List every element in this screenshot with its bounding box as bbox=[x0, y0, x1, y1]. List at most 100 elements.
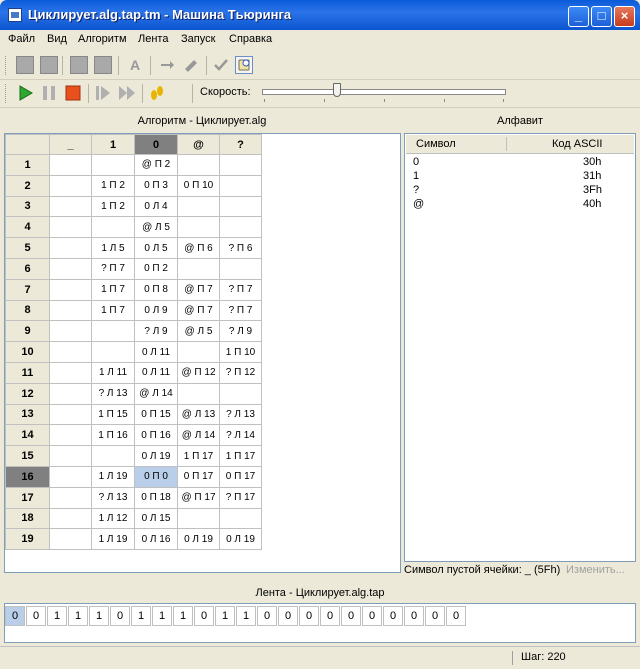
table-cell[interactable]: 0 Л 16 bbox=[134, 528, 178, 551]
table-cell[interactable]: 0 П 15 bbox=[134, 403, 178, 426]
table-cell[interactable]: 0 Л 19 bbox=[134, 445, 178, 467]
tape-cell[interactable]: 0 bbox=[362, 606, 382, 626]
table-cell[interactable] bbox=[49, 486, 92, 509]
table-cell[interactable]: 1 Л 11 bbox=[91, 361, 135, 384]
table-cell[interactable] bbox=[49, 528, 92, 551]
menu-file[interactable]: Файл bbox=[8, 33, 35, 45]
alphabet-row[interactable]: ? 3Fh bbox=[411, 184, 602, 198]
tape-cell[interactable]: 0 bbox=[110, 606, 130, 626]
row-header[interactable]: 7 bbox=[5, 278, 50, 301]
row-header[interactable]: 15 bbox=[5, 445, 50, 467]
table-cell[interactable] bbox=[177, 195, 220, 218]
step-icon[interactable] bbox=[94, 84, 112, 102]
table-cell[interactable]: ? Л 13 bbox=[91, 486, 135, 509]
table-cell[interactable]: 1 Л 12 bbox=[91, 507, 135, 530]
tape-cell[interactable]: 1 bbox=[89, 606, 109, 626]
table-cell[interactable] bbox=[177, 382, 220, 405]
tape-cell[interactable]: 0 bbox=[194, 606, 214, 626]
row-header[interactable]: 11 bbox=[5, 361, 50, 384]
delete-row-icon[interactable] bbox=[182, 56, 200, 74]
table-cell[interactable] bbox=[49, 237, 92, 259]
footsteps-icon[interactable] bbox=[148, 84, 166, 102]
table-cell[interactable] bbox=[49, 216, 92, 239]
new-icon[interactable] bbox=[16, 56, 34, 74]
table-cell[interactable]: 0 П 10 bbox=[177, 174, 220, 197]
table-cell[interactable]: 0 Л 15 bbox=[134, 507, 178, 530]
change-button[interactable]: Изменить... bbox=[566, 564, 625, 576]
table-cell[interactable]: @ П 17 bbox=[177, 486, 220, 509]
table-cell[interactable]: 0 Л 5 bbox=[134, 237, 178, 259]
row-header[interactable]: 1 bbox=[5, 154, 50, 176]
table-cell[interactable] bbox=[91, 341, 135, 363]
tape-cell[interactable]: 0 bbox=[5, 606, 25, 626]
tape-cell[interactable]: 0 bbox=[383, 606, 403, 626]
table-cell[interactable]: 1 П 10 bbox=[219, 341, 262, 363]
table-cell[interactable]: 1 П 15 bbox=[91, 403, 135, 426]
tape-cell[interactable]: 1 bbox=[47, 606, 67, 626]
table-cell[interactable]: @ П 2 bbox=[134, 154, 178, 176]
table-cell[interactable]: 1 П 17 bbox=[177, 445, 220, 467]
alphabet-row[interactable]: 0 30h bbox=[411, 156, 601, 170]
table-cell[interactable]: @ П 7 bbox=[177, 278, 220, 301]
table-cell[interactable]: 0 П 2 bbox=[134, 257, 178, 280]
tape-cell[interactable]: 0 bbox=[341, 606, 361, 626]
table-cell[interactable] bbox=[91, 445, 135, 467]
row-header[interactable]: 6 bbox=[5, 257, 50, 280]
tape-cell[interactable]: 0 bbox=[404, 606, 424, 626]
table-cell[interactable] bbox=[91, 154, 135, 176]
table-cell[interactable]: 1 П 7 bbox=[91, 299, 135, 322]
table-cell[interactable]: @ П 6 bbox=[177, 237, 220, 259]
menu-algorithm[interactable]: Алгоритм bbox=[78, 33, 127, 45]
table-cell[interactable]: 1 П 2 bbox=[91, 174, 135, 197]
speed-slider-track[interactable] bbox=[262, 89, 506, 95]
table-cell[interactable]: ? П 7 bbox=[91, 257, 135, 280]
table-cell[interactable] bbox=[49, 424, 92, 447]
save-icon[interactable] bbox=[70, 56, 88, 74]
table-cell[interactable]: ? Л 13 bbox=[91, 382, 135, 405]
tape-cell[interactable]: 0 bbox=[425, 606, 445, 626]
tape-cell[interactable]: 1 bbox=[173, 606, 193, 626]
table-cell[interactable] bbox=[219, 195, 262, 218]
table-cell[interactable] bbox=[177, 154, 220, 176]
table-cell[interactable] bbox=[91, 216, 135, 239]
table-cell[interactable]: 1 П 16 bbox=[91, 424, 135, 447]
table-cell[interactable] bbox=[49, 341, 92, 363]
table-cell[interactable]: 1 Л 19 bbox=[91, 465, 135, 488]
close-button[interactable]: × bbox=[614, 6, 635, 27]
table-cell[interactable] bbox=[49, 507, 92, 530]
row-header[interactable]: 17 bbox=[5, 486, 50, 509]
table-cell[interactable] bbox=[49, 361, 92, 384]
table-cell[interactable] bbox=[49, 299, 92, 322]
column-ascii[interactable]: Код ASCII bbox=[552, 138, 603, 150]
row-header[interactable]: 5 bbox=[5, 237, 50, 259]
alphabet-row[interactable]: @40h bbox=[411, 198, 601, 212]
row-header[interactable]: 3 bbox=[5, 195, 50, 218]
alphabet-row[interactable]: 1 31h bbox=[411, 170, 601, 184]
menu-tape[interactable]: Лента bbox=[138, 33, 168, 45]
table-cell[interactable]: ? П 6 bbox=[219, 237, 262, 259]
table-cell[interactable] bbox=[49, 195, 92, 218]
menu-view[interactable]: Вид bbox=[47, 33, 67, 45]
table-cell[interactable] bbox=[177, 216, 220, 239]
table-cell[interactable]: @ Л 14 bbox=[134, 382, 178, 405]
options-icon[interactable] bbox=[235, 56, 253, 74]
table-cell[interactable]: 0 П 0 bbox=[134, 465, 178, 488]
tape-cell[interactable]: 0 bbox=[299, 606, 319, 626]
row-header[interactable]: 12 bbox=[5, 382, 50, 405]
table-cell[interactable] bbox=[49, 465, 92, 488]
table-cell[interactable]: @ Л 13 bbox=[177, 403, 220, 426]
table-cell[interactable] bbox=[49, 154, 92, 176]
fast-forward-icon[interactable] bbox=[118, 84, 136, 102]
row-header[interactable]: 8 bbox=[5, 299, 50, 322]
column-header[interactable]: _ bbox=[49, 134, 92, 155]
tape-cell[interactable]: 0 bbox=[257, 606, 277, 626]
row-header[interactable]: 16 bbox=[5, 465, 50, 488]
column-header[interactable]: ? bbox=[219, 134, 262, 155]
table-cell[interactable]: @ Л 5 bbox=[177, 320, 220, 343]
table-cell[interactable] bbox=[49, 320, 92, 343]
tape-cell[interactable]: 0 bbox=[320, 606, 340, 626]
table-cell[interactable]: 1 Л 19 bbox=[91, 528, 135, 551]
tape-cell[interactable]: 1 bbox=[68, 606, 88, 626]
table-cell[interactable]: ? П 7 bbox=[219, 299, 262, 322]
table-cell[interactable] bbox=[219, 382, 262, 405]
